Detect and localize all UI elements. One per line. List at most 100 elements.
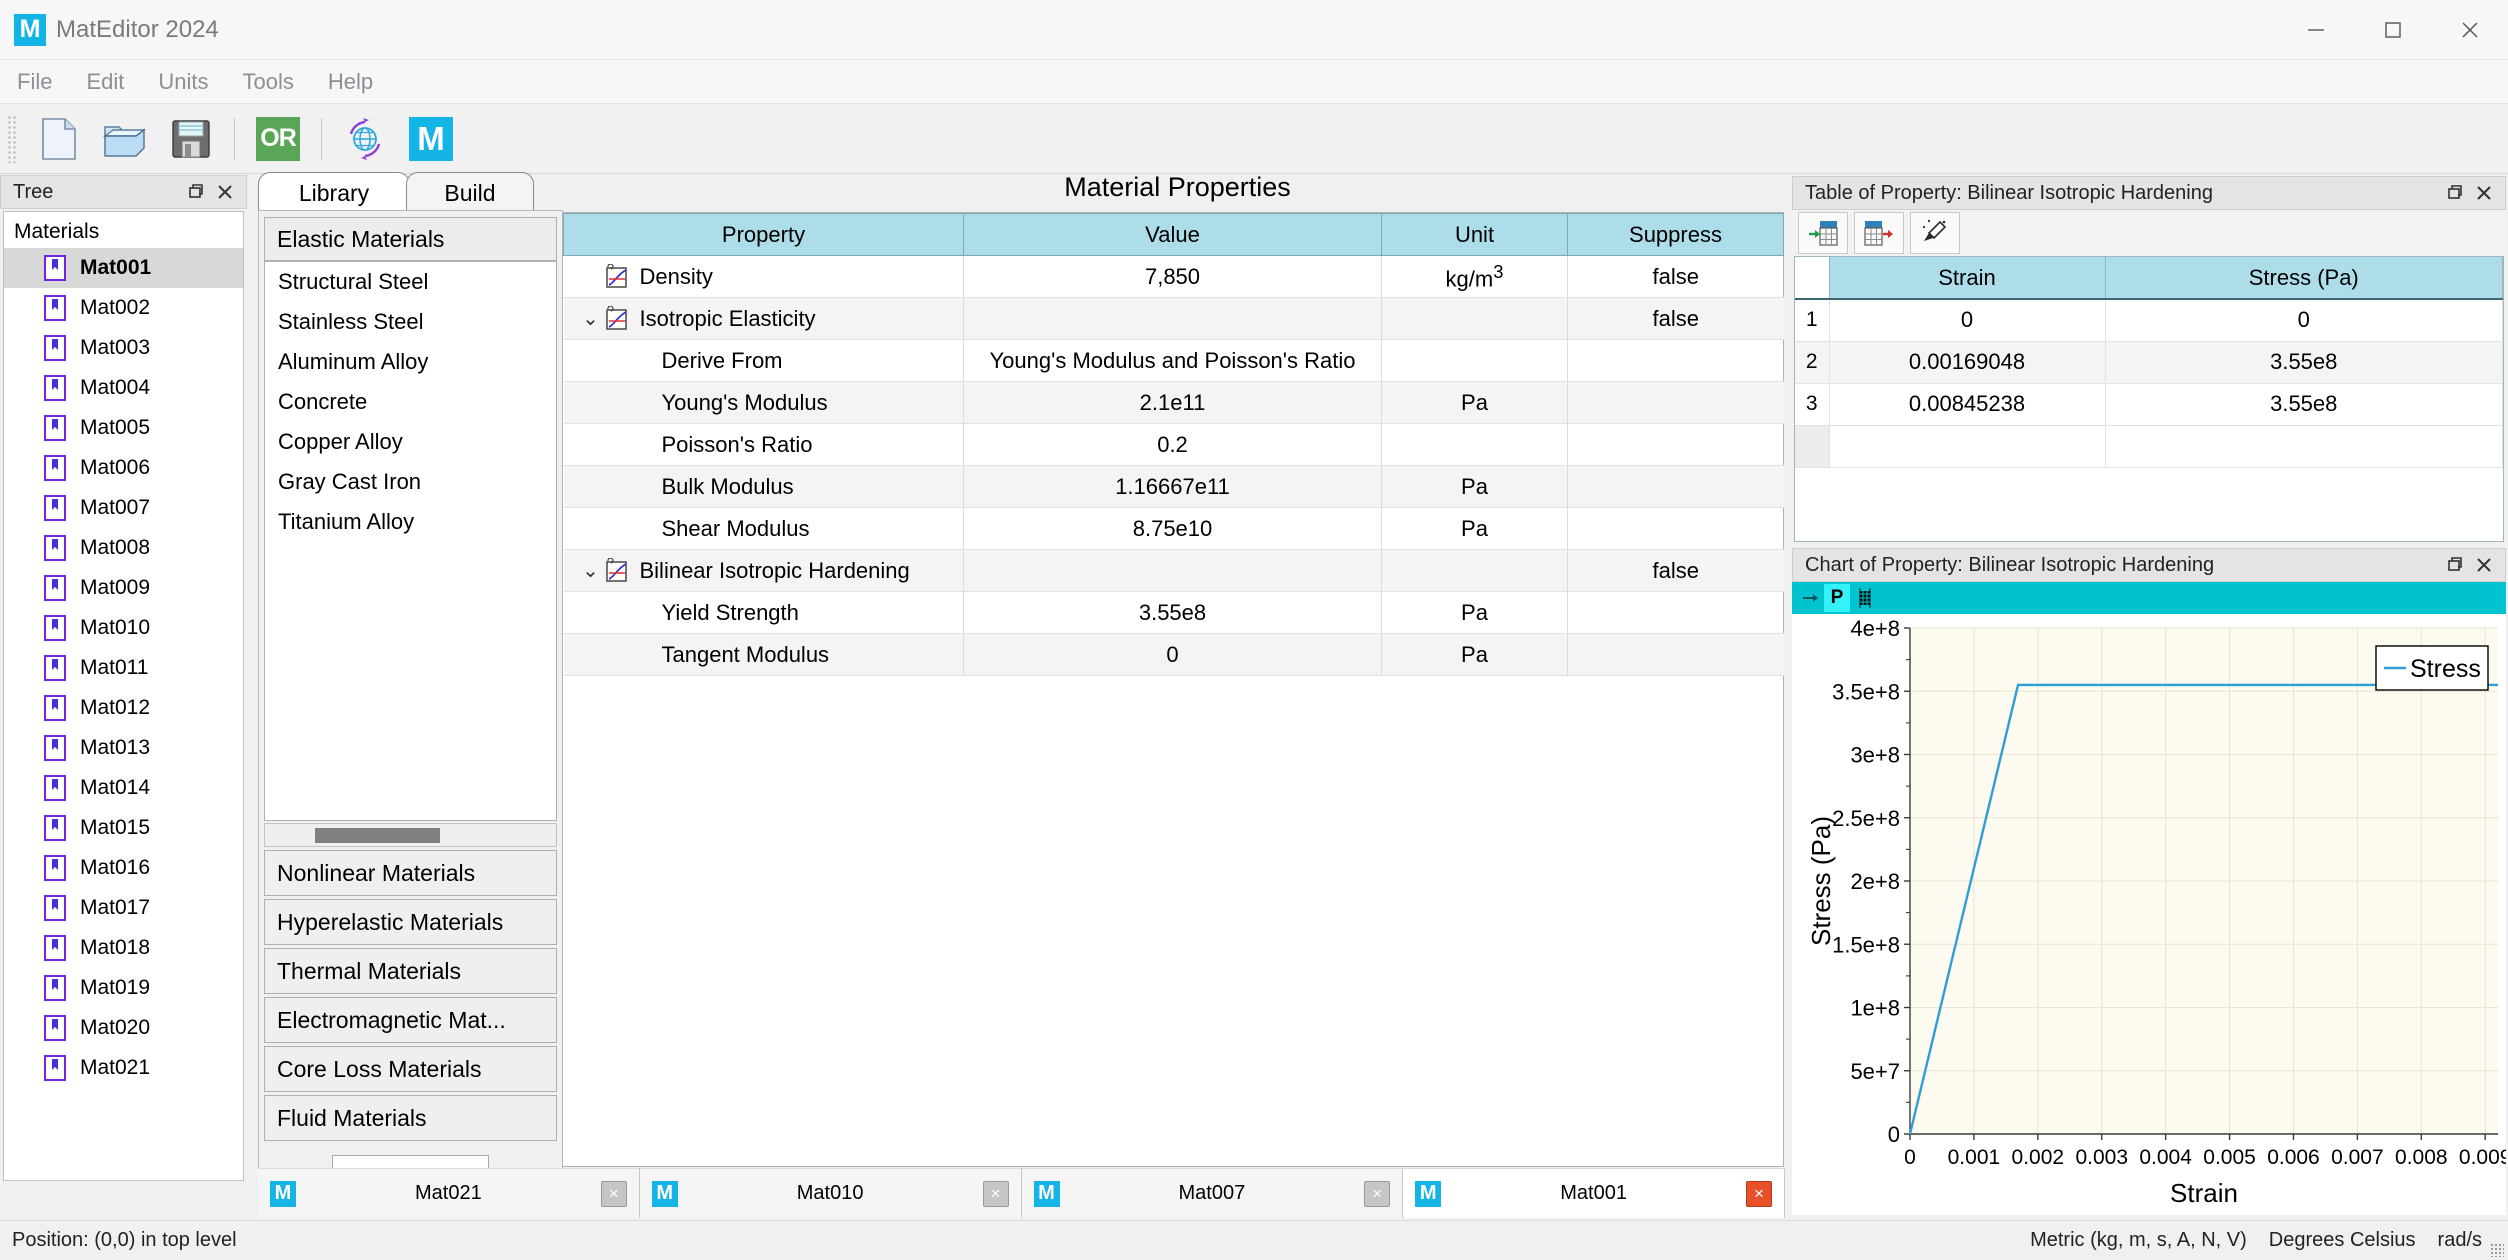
tree-item-mat005[interactable]: Mat005 xyxy=(4,408,243,448)
close-tab-icon[interactable]: × xyxy=(1364,1180,1391,1207)
library-category-nonlinear-materials[interactable]: Nonlinear Materials xyxy=(264,850,557,896)
tree-item-mat010[interactable]: Mat010 xyxy=(4,608,243,648)
column-header-suppress[interactable]: Suppress xyxy=(1567,213,1784,256)
minimize-icon[interactable] xyxy=(2277,0,2354,60)
close-icon[interactable] xyxy=(2469,180,2499,206)
close-icon[interactable] xyxy=(210,179,240,205)
tree-item-mat016[interactable]: Mat016 xyxy=(4,848,243,888)
property-value-cell[interactable]: Young's Modulus and Poisson's Ratio xyxy=(963,339,1382,382)
tree-item-mat014[interactable]: Mat014 xyxy=(4,768,243,808)
library-item-concrete[interactable]: Concrete xyxy=(265,382,556,422)
property-suppress-cell[interactable] xyxy=(1567,423,1784,466)
property-value-cell[interactable]: 1.16667e11 xyxy=(963,465,1382,508)
table-row[interactable]: 2 0.00169048 3.55e8 xyxy=(1795,341,2503,384)
table-row[interactable]: Density 7,850 kg/m3 false xyxy=(563,255,1784,298)
library-category-core-loss-materials[interactable]: Core Loss Materials xyxy=(264,1046,557,1092)
property-name-cell[interactable]: Yield Strength xyxy=(563,591,964,634)
library-item-gray-cast-iron[interactable]: Gray Cast Iron xyxy=(265,462,556,502)
grid-icon[interactable] xyxy=(1850,587,1880,609)
menu-help[interactable]: Help xyxy=(311,60,390,104)
close-tab-icon[interactable]: × xyxy=(600,1180,627,1207)
save-icon[interactable] xyxy=(163,111,219,167)
tree-item-mat012[interactable]: Mat012 xyxy=(4,688,243,728)
property-value-cell[interactable]: 0 xyxy=(963,633,1382,676)
tree-item-mat006[interactable]: Mat006 xyxy=(4,448,243,488)
menu-tools[interactable]: Tools xyxy=(226,60,311,104)
column-header-property[interactable]: Property xyxy=(563,213,964,256)
library-material-list[interactable]: Structural Steel Stainless Steel Aluminum … xyxy=(264,261,557,821)
table-row[interactable]: Young's Modulus 2.1e11 Pa xyxy=(563,381,1784,424)
tree-item-mat007[interactable]: Mat007 xyxy=(4,488,243,528)
library-item-copper-alloy[interactable]: Copper Alloy xyxy=(265,422,556,462)
restore-icon[interactable] xyxy=(2439,552,2469,578)
table-row-empty[interactable] xyxy=(1795,425,2503,468)
library-category-electromagnetic-mat[interactable]: Electromagnetic Mat... xyxy=(264,997,557,1043)
property-value-cell[interactable]: 2.1e11 xyxy=(963,381,1382,424)
menu-edit[interactable]: Edit xyxy=(69,60,141,104)
strain-cell[interactable]: 0.00169048 xyxy=(1829,341,2106,384)
document-tab-mat007[interactable]: M Mat007 × xyxy=(1021,1168,1404,1218)
tree-item-mat001[interactable]: Mat001 xyxy=(4,248,243,288)
column-header-value[interactable]: Value xyxy=(963,213,1382,256)
property-name-cell[interactable]: Shear Modulus xyxy=(563,507,964,550)
close-tab-icon[interactable]: × xyxy=(982,1180,1009,1207)
tree-item-mat013[interactable]: Mat013 xyxy=(4,728,243,768)
property-suppress-cell[interactable]: false xyxy=(1567,255,1784,298)
tree-item-mat004[interactable]: Mat004 xyxy=(4,368,243,408)
library-horizontal-scrollbar[interactable] xyxy=(264,823,557,847)
mat-logo-icon[interactable]: M xyxy=(403,111,459,167)
property-suppress-cell[interactable] xyxy=(1567,465,1784,508)
document-tab-mat021[interactable]: M Mat021 × xyxy=(258,1168,640,1218)
tree-item-mat009[interactable]: Mat009 xyxy=(4,568,243,608)
library-category-thermal-materials[interactable]: Thermal Materials xyxy=(264,948,557,994)
stress-cell[interactable] xyxy=(2105,425,2503,468)
table-row[interactable]: Poisson's Ratio 0.2 xyxy=(563,423,1784,466)
property-name-cell[interactable]: Tangent Modulus xyxy=(563,633,964,676)
property-suppress-cell[interactable] xyxy=(1567,381,1784,424)
tree-item-mat002[interactable]: Mat002 xyxy=(4,288,243,328)
tree-item-mat017[interactable]: Mat017 xyxy=(4,888,243,928)
menu-units[interactable]: Units xyxy=(141,60,225,104)
property-value-cell[interactable]: 7,850 xyxy=(963,255,1382,298)
restore-icon[interactable] xyxy=(180,179,210,205)
stress-cell[interactable]: 3.55e8 xyxy=(2105,383,2503,426)
tree-item-mat019[interactable]: Mat019 xyxy=(4,968,243,1008)
property-suppress-cell[interactable] xyxy=(1567,507,1784,550)
property-suppress-cell[interactable]: false xyxy=(1567,549,1784,592)
property-value-cell[interactable]: 0.2 xyxy=(963,423,1382,466)
property-value-cell[interactable]: 8.75e10 xyxy=(963,507,1382,550)
library-category-fluid-materials[interactable]: Fluid Materials xyxy=(264,1095,557,1141)
close-tab-icon[interactable]: × xyxy=(1746,1180,1772,1207)
column-header-unit[interactable]: Unit xyxy=(1381,213,1568,256)
column-header-strain[interactable]: Strain xyxy=(1829,257,2106,300)
property-suppress-cell[interactable]: false xyxy=(1567,297,1784,340)
table-row[interactable]: ⌄ Bilinear Isotropic Hardening false xyxy=(563,549,1784,592)
library-category-hyperelastic-materials[interactable]: Hyperelastic Materials xyxy=(264,899,557,945)
property-suppress-cell[interactable] xyxy=(1567,633,1784,676)
table-row[interactable]: 3 0.00845238 3.55e8 xyxy=(1795,383,2503,426)
stress-cell[interactable]: 3.55e8 xyxy=(2105,341,2503,384)
document-tab-mat001[interactable]: M Mat001 × xyxy=(1403,1168,1785,1218)
resize-grip[interactable] xyxy=(2490,1243,2504,1257)
tab-build[interactable]: Build xyxy=(406,172,534,212)
library-item-structural-steel[interactable]: Structural Steel xyxy=(265,262,556,302)
tab-library[interactable]: Library xyxy=(258,172,410,212)
property-name-cell[interactable]: Bulk Modulus xyxy=(563,465,964,508)
library-item-aluminum-alloy[interactable]: Aluminum Alloy xyxy=(265,342,556,382)
table-row[interactable]: Yield Strength 3.55e8 Pa xyxy=(563,591,1784,634)
property-name-cell[interactable]: ⌄ Isotropic Elasticity xyxy=(563,297,964,340)
property-name-cell[interactable]: Derive From xyxy=(563,339,964,382)
tree-item-mat018[interactable]: Mat018 xyxy=(4,928,243,968)
table-row[interactable]: 100 xyxy=(1795,299,2503,342)
strain-cell[interactable]: 0 xyxy=(1829,299,2106,342)
property-name-cell[interactable]: Density xyxy=(563,255,964,298)
or-button-icon[interactable]: OR xyxy=(250,111,306,167)
table-row[interactable]: Derive From Young's Modulus and Poisson's… xyxy=(563,339,1784,382)
property-value-cell[interactable] xyxy=(963,549,1382,592)
import-table-icon[interactable] xyxy=(1798,212,1848,254)
toolbar-grip[interactable] xyxy=(7,114,17,163)
property-table-grid[interactable]: Strain Stress (Pa) 1 0 0 2 0.00169048 3.55e8 3… xyxy=(1794,256,2504,542)
property-value-cell[interactable]: 3.55e8 xyxy=(963,591,1382,634)
strain-cell[interactable] xyxy=(1829,425,2106,468)
tree-item-mat015[interactable]: Mat015 xyxy=(4,808,243,848)
